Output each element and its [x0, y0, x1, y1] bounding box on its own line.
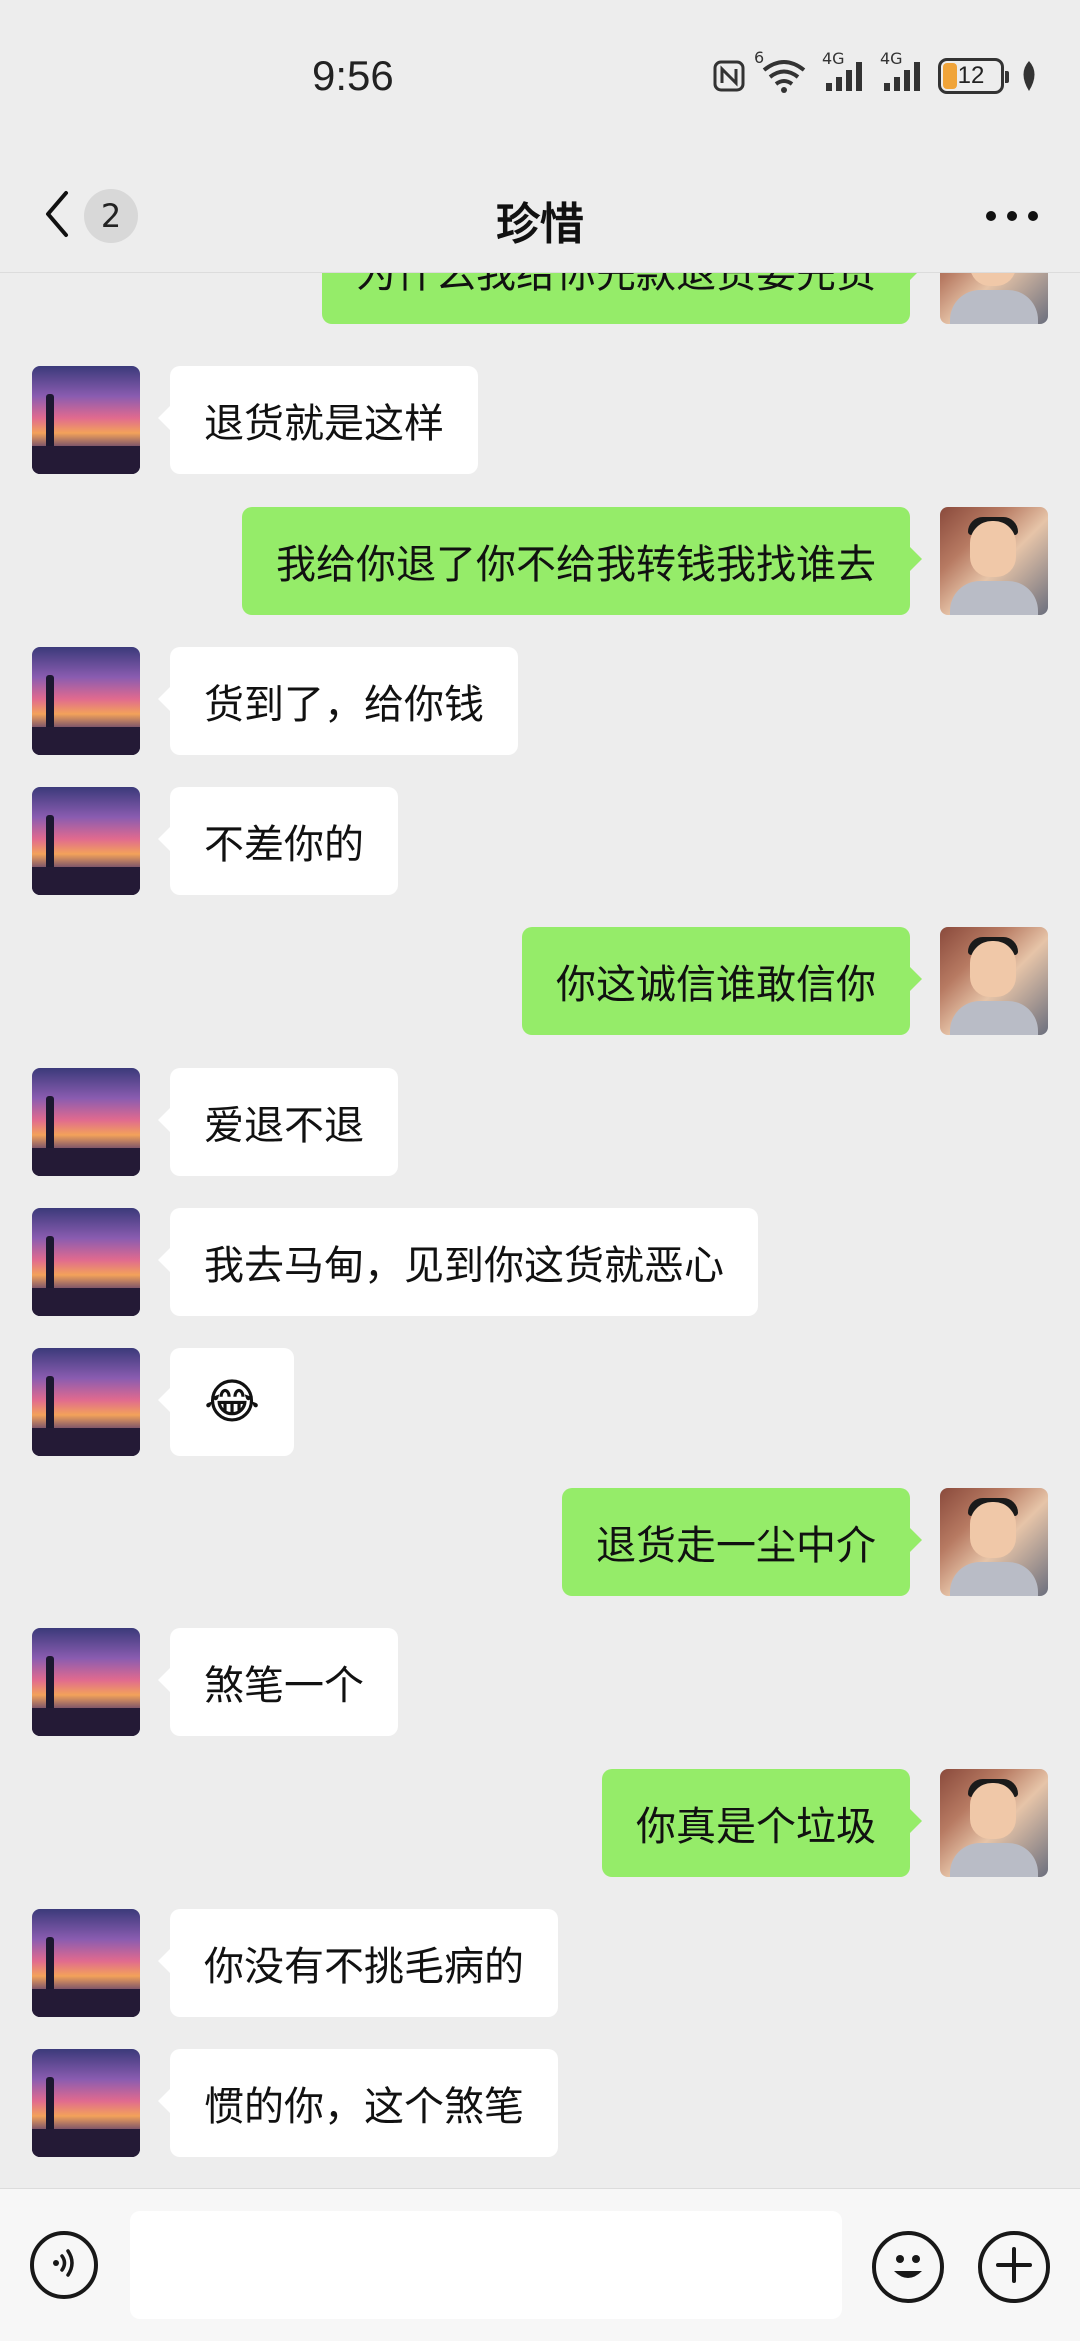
avatar[interactable]: [940, 1488, 1048, 1596]
avatar[interactable]: [940, 1769, 1048, 1877]
message-bubble[interactable]: 你真是个垃圾: [602, 1769, 922, 1877]
input-bar: [0, 2188, 1080, 2341]
message-bubble[interactable]: 我去马甸，见到你这货就恶心: [158, 1208, 758, 1316]
avatar[interactable]: [32, 1909, 140, 2017]
avatar[interactable]: [32, 1208, 140, 1316]
battery-icon: 12: [938, 58, 1009, 94]
message-row: 退货走一尘中介: [0, 1488, 1080, 1596]
message-row: 退货就是这样: [0, 366, 1080, 474]
plus-icon: [994, 2245, 1034, 2289]
message-bubble[interactable]: 我给你退了你不给我转钱我找谁去: [242, 507, 922, 615]
leaf-icon: [1018, 59, 1040, 93]
message-bubble[interactable]: 惯的你，这个煞笔: [158, 2049, 558, 2157]
laughing-crying-emoji: 😂: [204, 1374, 261, 1430]
avatar[interactable]: [32, 787, 140, 895]
emoji-button[interactable]: [872, 2231, 944, 2303]
status-icons: 6 4G 4G 12: [712, 48, 1040, 94]
message-bubble[interactable]: 退货走一尘中介: [562, 1488, 922, 1596]
network-label-2: 4G: [880, 49, 903, 68]
voice-button[interactable]: [30, 2231, 98, 2299]
status-bar: 9:56 6 4G 4G 12: [0, 0, 1080, 160]
avatar[interactable]: [940, 927, 1048, 1035]
message-bubble[interactable]: 不差你的: [158, 787, 398, 895]
chat-header: 2 珍惜: [0, 160, 1080, 273]
message-row: 你真是个垃圾: [0, 1769, 1080, 1877]
message-row: 我去马甸，见到你这货就恶心: [0, 1208, 1080, 1316]
wifi-icon: 6: [754, 48, 808, 94]
avatar[interactable]: [32, 647, 140, 755]
message-row: 爱退不退: [0, 1068, 1080, 1176]
message-bubble[interactable]: 你这诚信谁敢信你: [522, 927, 922, 1035]
message-bubble[interactable]: 你没有不挑毛病的: [158, 1909, 558, 2017]
message-bubble[interactable]: 货到了，给你钱: [158, 647, 518, 755]
message-row: 你这诚信谁敢信你: [0, 927, 1080, 1035]
more-button[interactable]: [980, 188, 1044, 244]
message-row: 😂: [0, 1348, 1080, 1456]
message-bubble[interactable]: 😂: [157, 1348, 295, 1456]
message-bubble[interactable]: 爱退不退: [158, 1068, 398, 1176]
nfc-icon: [712, 59, 746, 93]
avatar[interactable]: [32, 1628, 140, 1736]
more-dots-icon: [985, 207, 1039, 226]
voice-icon: [46, 2245, 82, 2285]
message-bubble[interactable]: 为什么我给你先款退货要先货: [322, 272, 922, 324]
battery-level: 12: [957, 62, 985, 89]
message-row: 煞笔一个: [0, 1628, 1080, 1736]
message-row: 不差你的: [0, 787, 1080, 895]
avatar[interactable]: [32, 366, 140, 474]
network-label-1: 4G: [822, 49, 845, 68]
message-row: 为什么我给你先款退货要先货: [0, 272, 1080, 324]
message-bubble[interactable]: 退货就是这样: [158, 366, 478, 474]
message-input[interactable]: [130, 2211, 842, 2319]
chat-title: 珍惜: [496, 199, 584, 250]
message-list[interactable]: 为什么我给你先款退货要先货 退货就是这样 我给你退了你不给我转钱我找谁去 货到了…: [0, 272, 1080, 2188]
avatar[interactable]: [940, 507, 1048, 615]
message-bubble[interactable]: 煞笔一个: [158, 1628, 398, 1736]
battery-fill: [943, 63, 957, 89]
avatar[interactable]: [940, 272, 1048, 324]
plus-button[interactable]: [978, 2231, 1050, 2303]
status-time: 9:56: [312, 52, 394, 99]
wifi-label: 6: [754, 48, 765, 67]
avatar[interactable]: [32, 1348, 140, 1456]
message-row: 我给你退了你不给我转钱我找谁去: [0, 507, 1080, 615]
message-row: 你没有不挑毛病的: [0, 1909, 1080, 2017]
avatar[interactable]: [32, 1068, 140, 1176]
signal-icon-2: 4G: [880, 49, 924, 93]
avatar[interactable]: [32, 2049, 140, 2157]
message-row: 惯的你，这个煞笔: [0, 2049, 1080, 2157]
message-row: 货到了，给你钱: [0, 647, 1080, 755]
signal-icon-1: 4G: [822, 49, 866, 93]
